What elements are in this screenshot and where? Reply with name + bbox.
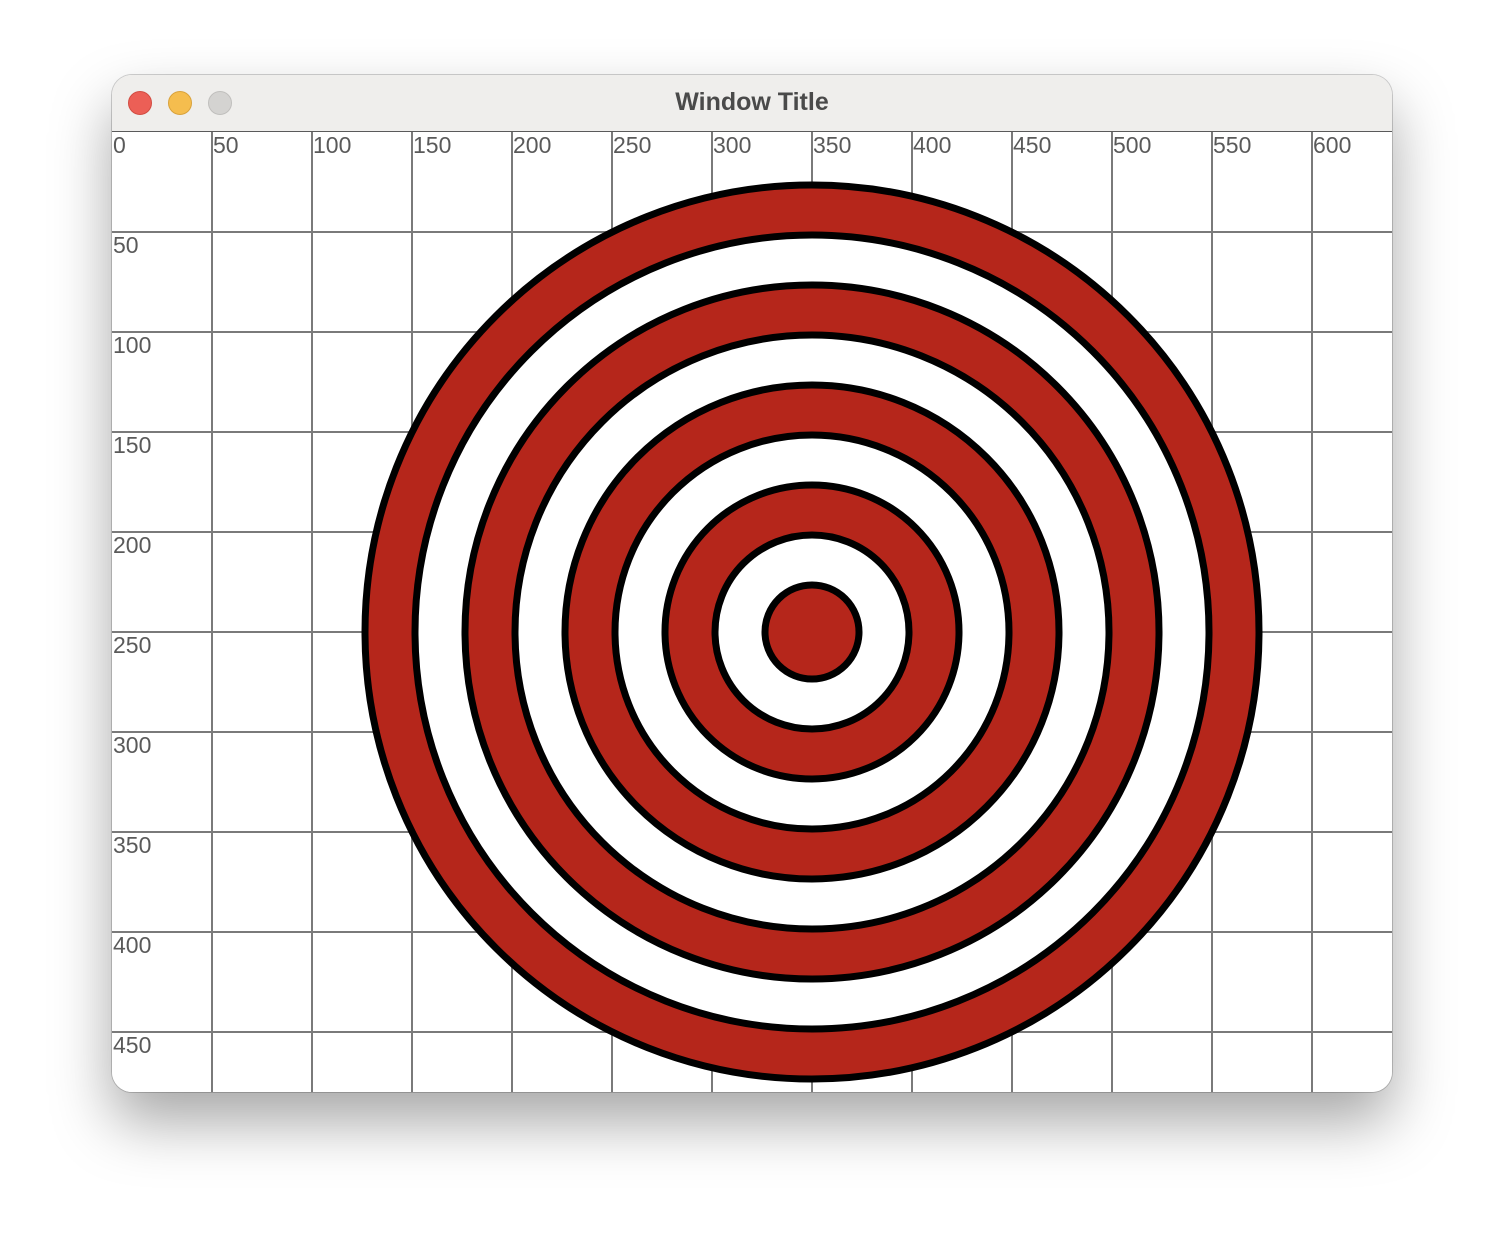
y-tick-label: 450 bbox=[113, 1032, 151, 1058]
y-tick-label: 50 bbox=[113, 232, 139, 258]
x-tick-label: 350 bbox=[813, 132, 851, 158]
x-tick-label: 250 bbox=[613, 132, 651, 158]
x-tick-label: 100 bbox=[313, 132, 351, 158]
app-window: Window Title 0 50 100 150 200 250 300 350 400 450… bbox=[112, 75, 1392, 1092]
x-tick-label: 50 bbox=[213, 132, 239, 158]
x-tick-label: 400 bbox=[913, 132, 951, 158]
drawing-canvas: 0 50 100 150 200 250 300 350 400 450 500 550 600 50 10… bbox=[112, 132, 1392, 1092]
target-ring-9 bbox=[761, 581, 863, 683]
canvas-svg: 0 50 100 150 200 250 300 350 400 450 500 550 600 50 10… bbox=[112, 132, 1392, 1092]
title-bar[interactable]: Window Title bbox=[112, 75, 1392, 132]
y-tick-label: 250 bbox=[113, 632, 151, 658]
x-tick-label: 150 bbox=[413, 132, 451, 158]
x-tick-label: 550 bbox=[1213, 132, 1251, 158]
x-tick-label: 500 bbox=[1113, 132, 1151, 158]
y-tick-label: 200 bbox=[113, 532, 151, 558]
x-tick-label: 0 bbox=[113, 132, 126, 158]
y-tick-label: 150 bbox=[113, 432, 151, 458]
target bbox=[361, 181, 1263, 1083]
window-title: Window Title bbox=[675, 88, 829, 116]
x-tick-label: 200 bbox=[513, 132, 551, 158]
x-tick-label: 450 bbox=[1013, 132, 1051, 158]
y-tick-label: 300 bbox=[113, 732, 151, 758]
x-tick-label: 600 bbox=[1313, 132, 1351, 158]
y-tick-label: 400 bbox=[113, 932, 151, 958]
y-tick-label: 350 bbox=[113, 832, 151, 858]
y-tick-label: 100 bbox=[113, 332, 151, 358]
x-tick-label: 300 bbox=[713, 132, 751, 158]
